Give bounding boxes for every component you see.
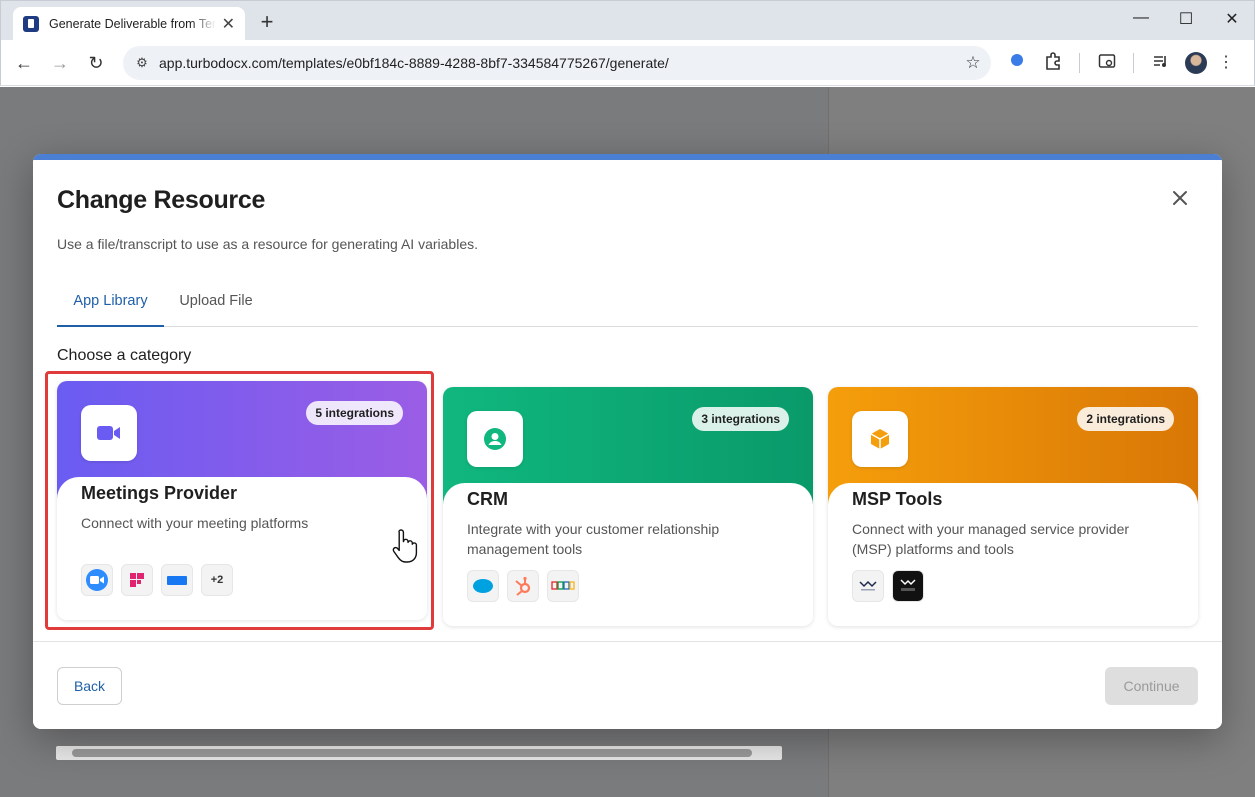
scrollbar-thumb[interactable] xyxy=(72,749,752,757)
toolbar-divider xyxy=(1133,53,1134,73)
category-card-msp-tools[interactable]: 2 integrations MSP Tools Connect with yo… xyxy=(828,387,1198,626)
address-bar[interactable]: ⚙ app.turbodocx.com/templates/e0bf184c-8… xyxy=(123,46,991,80)
close-icon[interactable] xyxy=(1167,186,1193,212)
resource-tabs: App Library Upload File xyxy=(57,282,1198,327)
integrations-badge: 2 integrations xyxy=(1077,407,1174,431)
browser-menu-icon[interactable]: ⋮ xyxy=(1215,52,1237,74)
browser-tab-strip: Generate Deliverable from Template ✕ + —… xyxy=(0,0,1255,41)
card-title: MSP Tools xyxy=(852,489,943,509)
media-control-icon[interactable] xyxy=(1150,52,1172,74)
window-maximize-button[interactable]: ☐ xyxy=(1171,9,1201,29)
horizontal-scrollbar[interactable] xyxy=(56,746,782,760)
new-tab-button[interactable]: + xyxy=(256,9,278,35)
profile-avatar[interactable] xyxy=(1185,52,1207,74)
tab-app-library[interactable]: App Library xyxy=(57,282,164,327)
browser-tab[interactable]: Generate Deliverable from Template ✕ xyxy=(13,7,245,41)
modal-title: Change Resource xyxy=(57,186,266,214)
hand-pointer-cursor-icon xyxy=(392,528,420,564)
forward-arrow-icon[interactable]: → xyxy=(47,50,73,76)
turbodocx-favicon-icon xyxy=(23,16,39,32)
hubspot-logo-icon xyxy=(507,570,539,602)
browser-toolbar: ← → ↻ ⚙ app.turbodocx.com/templates/e0bf… xyxy=(0,40,1255,86)
url-text[interactable]: app.turbodocx.com/templates/e0bf184c-888… xyxy=(159,55,955,71)
halo-logo-icon xyxy=(892,570,924,602)
section-label: Choose a category xyxy=(57,347,192,364)
integrations-badge: 3 integrations xyxy=(692,407,789,431)
box-icon xyxy=(852,411,908,467)
zoho-logo-icon xyxy=(547,570,579,602)
extension-dot-icon[interactable] xyxy=(1006,52,1028,74)
tab-search-icon[interactable] xyxy=(1096,52,1118,74)
tab-upload-file[interactable]: Upload File xyxy=(164,282,268,327)
tab-close-icon[interactable]: ✕ xyxy=(222,14,235,34)
modal-footer: Back Continue xyxy=(33,641,1222,729)
integration-logos xyxy=(852,570,924,602)
card-description: Integrate with your customer relationshi… xyxy=(467,521,720,557)
back-button[interactable]: Back xyxy=(57,667,122,705)
connectwise-logo-icon xyxy=(852,570,884,602)
user-circle-icon xyxy=(467,411,523,467)
card-description: Connect with your managed service provid… xyxy=(852,521,1130,557)
browser-tab-title: Generate Deliverable from Template xyxy=(49,17,216,31)
modal-accent-bar xyxy=(33,154,1222,160)
continue-button[interactable]: Continue xyxy=(1105,667,1198,705)
bookmark-star-icon[interactable]: ☆ xyxy=(955,53,991,73)
modal-subtitle: Use a file/transcript to use as a resour… xyxy=(57,236,478,252)
selection-highlight-box xyxy=(45,371,434,630)
salesforce-logo-icon xyxy=(467,570,499,602)
card-title: CRM xyxy=(467,489,508,509)
toolbar-divider xyxy=(1079,53,1080,73)
integration-logos xyxy=(467,570,579,602)
window-close-button[interactable]: ✕ xyxy=(1217,9,1247,29)
category-card-crm[interactable]: 3 integrations CRM Integrate with your c… xyxy=(443,387,813,626)
extensions-puzzle-icon[interactable] xyxy=(1042,52,1064,74)
site-info-icon[interactable]: ⚙ xyxy=(125,55,159,71)
reload-icon[interactable]: ↻ xyxy=(83,50,109,76)
window-minimize-button[interactable]: — xyxy=(1126,9,1156,27)
back-arrow-icon[interactable]: ← xyxy=(11,50,37,76)
